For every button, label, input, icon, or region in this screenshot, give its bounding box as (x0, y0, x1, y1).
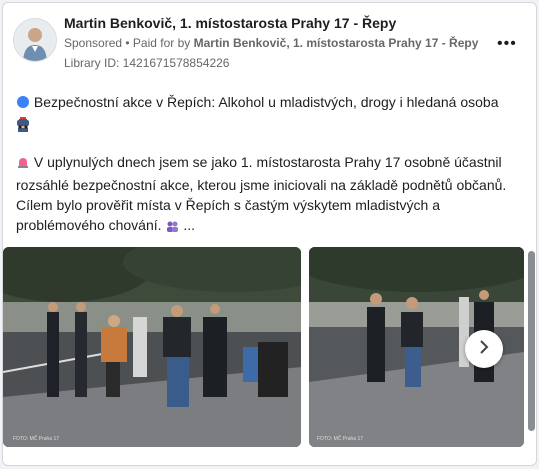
paragraph-text: V uplynulých dnech jsem se jako 1. místo… (16, 154, 507, 233)
author-name[interactable]: Martin Benkovič, 1. místostarosta Prahy … (64, 15, 396, 31)
sponsored-line: Sponsored • Paid for by Martin Benkovič,… (64, 36, 478, 50)
chevron-right-icon (477, 339, 491, 360)
carousel-next-button[interactable] (465, 330, 503, 368)
headline-text: Bezpečnostní akce v Řepích: Alkohol u ml… (33, 94, 499, 110)
photo-1[interactable]: FOTO: MČ Praha 17 (3, 247, 301, 447)
photo-1-caption: FOTO: MČ Praha 17 (13, 435, 59, 442)
police-car-icon (16, 115, 30, 135)
see-more[interactable]: ... (183, 217, 195, 233)
siren-icon (16, 155, 30, 175)
post-headline-cont (16, 112, 516, 135)
paid-for-name[interactable]: Martin Benkovič, 1. místostarosta Prahy … (194, 36, 479, 50)
separator: • (122, 36, 133, 50)
scrollbar-thumb[interactable] (528, 251, 535, 431)
photo-2-caption: FOTO: MČ Praha 17 (317, 435, 363, 442)
more-options-button[interactable]: ••• (497, 35, 517, 53)
people-icon (165, 218, 179, 238)
library-id: Library ID: 1421671578854226 (64, 56, 230, 70)
post-paragraph: V uplynulých dnech jsem se jako 1. místo… (16, 152, 516, 238)
paid-for-prefix: Paid for by (132, 36, 194, 50)
ad-post-card: Martin Benkovič, 1. místostarosta Prahy … (2, 2, 537, 466)
author-avatar[interactable] (13, 18, 57, 62)
sponsored-label: Sponsored (64, 36, 123, 50)
